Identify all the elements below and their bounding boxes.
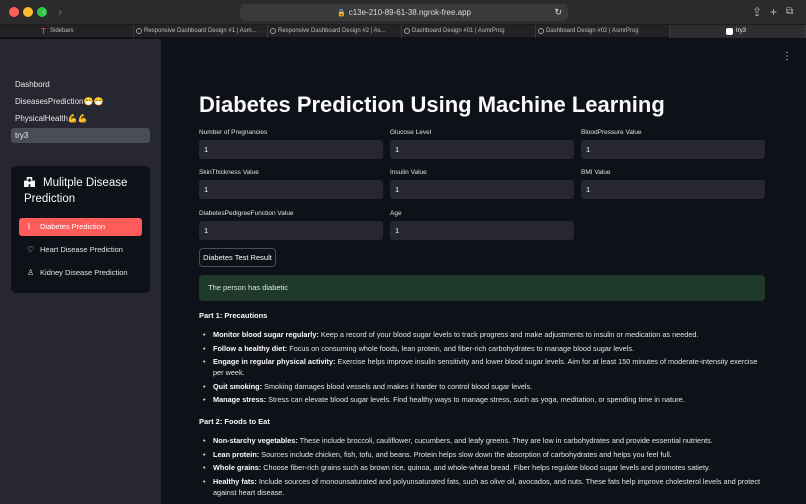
tab-label: Dashboard Design #02 | AsmrProg (546, 28, 639, 34)
share-icon[interactable]: ⇪ (752, 4, 762, 20)
lock-icon: 🔒 (336, 10, 346, 17)
skin-thickness-input[interactable]: 1 (199, 180, 383, 199)
sidebar-page-dashbord[interactable]: Dashbord (11, 77, 150, 92)
pregnancies-label: Number of Pregnancies (199, 129, 268, 136)
insulin-input[interactable]: 1 (390, 180, 574, 199)
part2-heading: Part 2: Foods to Eat (199, 417, 270, 426)
sidebar-page-try3[interactable]: try3 (11, 128, 150, 143)
precautions-list: Monitor blood sugar regularly: Keep a re… (199, 329, 765, 408)
menu-title: Mulitple Disease Prediction (24, 175, 144, 207)
address-bar[interactable]: 🔒 c13e-210-89-61-38.ngrok-free.app ↻ (240, 4, 568, 21)
age-label: Age (390, 210, 402, 217)
blood-pressure-label: BloodPressure Value (581, 129, 642, 136)
foods-list: Non-starchy vegetables: These include br… (199, 435, 765, 500)
menu-option-kidney[interactable]: ♙ Kidney Disease Prediction (19, 264, 142, 282)
main-menu-icon[interactable]: ⋮ (782, 51, 792, 62)
tab-favicon-icon (270, 28, 276, 34)
tab-favicon-icon: T (41, 27, 46, 36)
list-item: Follow a healthy diet: Focus on consumin… (199, 343, 765, 354)
menu-option-label: Heart Disease Prediction (40, 245, 123, 254)
blood-pressure-input[interactable]: 1 (581, 140, 765, 159)
url-text: c13e-210-89-61-38.ngrok-free.app (348, 8, 472, 17)
menu-option-heart[interactable]: ♡ Heart Disease Prediction (19, 241, 142, 259)
list-item: Whole grains: Choose fiber-rich grains s… (199, 462, 765, 473)
tab-dashboard-design-02[interactable]: Dashboard Design #02 | AsmrProg (536, 25, 670, 38)
sidebar-page-label: try3 (15, 131, 29, 140)
person-icon: ♙ (27, 268, 35, 277)
part1-heading: Part 1: Precautions (199, 311, 268, 320)
list-item: Lean protein: Sources include chicken, f… (199, 449, 765, 460)
skin-thickness-label: SkinThickness Value (199, 169, 259, 176)
sidebar-page-diseases-prediction[interactable]: DiseasesPrediction😷😷 (11, 94, 150, 109)
forward-arrow-icon[interactable]: › (58, 4, 62, 20)
tab-dashboard-1[interactable]: Responsive Dashboard Design #1 | Asm... (134, 25, 268, 38)
tab-favicon-icon (538, 28, 544, 34)
tab-label: Responsive Dashboard Design #1 | Asm... (144, 28, 257, 34)
option-menu: Mulitple Disease Prediction ⌇ Diabetes P… (11, 166, 150, 293)
new-tab-icon[interactable]: + (770, 4, 777, 20)
bmi-input[interactable]: 1 (581, 180, 765, 199)
age-input[interactable]: 1 (390, 221, 574, 240)
sidebar-page-physical-health[interactable]: PhysicalHealth💪💪 (11, 111, 150, 126)
pregnancies-input[interactable]: 1 (199, 140, 383, 159)
tab-bar: T Sidebars Responsive Dashboard Design #… (0, 25, 806, 38)
sidebar-page-label: DiseasesPrediction😷😷 (15, 97, 104, 106)
tab-sidebars[interactable]: T Sidebars (40, 25, 134, 38)
list-item: Engage in regular physical activity: Exe… (199, 356, 765, 378)
tab-dashboard-2[interactable]: Responsive Dashboard Design #2 | As... (268, 25, 402, 38)
tab-label: Dashboard Design #01 | AsmrProg (412, 28, 505, 34)
list-item: Healthy fats: Include sources of monouns… (199, 476, 765, 498)
tab-favicon-icon (726, 28, 733, 35)
heart-icon: ♡ (27, 245, 35, 254)
sidebar-page-label: Dashbord (15, 80, 50, 89)
menu-option-label: Kidney Disease Prediction (40, 268, 128, 277)
pedigree-input[interactable]: 1 (199, 221, 383, 240)
tab-favicon-icon (136, 28, 142, 34)
glucose-input[interactable]: 1 (390, 140, 574, 159)
bmi-label: BMI Value (581, 169, 611, 176)
menu-option-diabetes[interactable]: ⌇ Diabetes Prediction (19, 218, 142, 236)
insulin-label: Insulin Value (390, 169, 427, 176)
sidebar: Dashbord DiseasesPrediction😷😷 PhysicalHe… (0, 39, 161, 504)
glucose-label: Glucose Level (390, 129, 432, 136)
activity-icon: ⌇ (27, 222, 31, 231)
main-content: ⋮ Diabetes Prediction Using Machine Lear… (161, 39, 806, 504)
tab-label: Responsive Dashboard Design #2 | As... (278, 28, 386, 34)
tab-dashboard-design-01[interactable]: Dashboard Design #01 | AsmrProg (402, 25, 536, 38)
minimize-window-button[interactable] (23, 7, 33, 17)
back-arrow-icon[interactable]: ‹ (42, 4, 46, 20)
reload-icon[interactable]: ↻ (554, 4, 562, 21)
tab-label: try3 (736, 28, 747, 34)
page-title: Diabetes Prediction Using Machine Learni… (199, 92, 665, 117)
menu-option-label: Diabetes Prediction (40, 222, 106, 231)
list-item: Non-starchy vegetables: These include br… (199, 435, 765, 446)
tab-try3[interactable]: try3 (670, 25, 806, 38)
menu-title-text: Mulitple Disease Prediction (24, 177, 128, 205)
sidebar-page-label: PhysicalHealth💪💪 (15, 114, 88, 123)
list-item: Manage stress: Stress can elevate blood … (199, 394, 765, 405)
hospital-icon (24, 177, 35, 187)
result-alert: The person has diabetic (199, 275, 765, 301)
diabetes-test-result-button[interactable]: Diabetes Test Result (199, 248, 276, 267)
browser-toolbar: ‹ › 🔒 c13e-210-89-61-38.ngrok-free.app ↻ … (0, 0, 806, 25)
tab-label: Sidebars (50, 28, 74, 34)
tab-favicon-icon (404, 28, 410, 34)
tab-overview-icon[interactable]: ⧉ (786, 4, 793, 20)
close-window-button[interactable] (9, 7, 19, 17)
list-item: Monitor blood sugar regularly: Keep a re… (199, 329, 765, 340)
list-item: Quit smoking: Smoking damages blood vess… (199, 381, 765, 392)
pedigree-label: DiabetesPedigreeFunction Value (199, 210, 294, 217)
